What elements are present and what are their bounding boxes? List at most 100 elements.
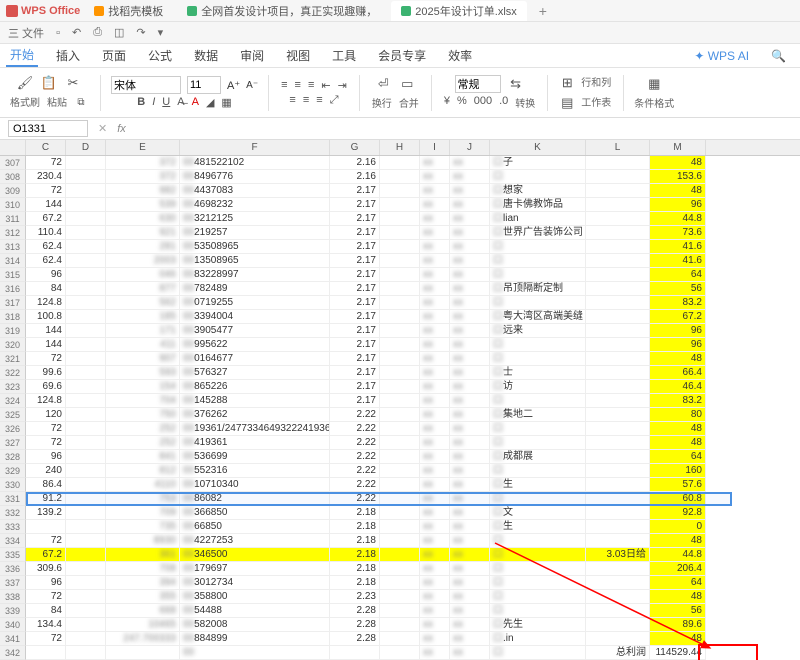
undo-icon[interactable]: ↶ (70, 26, 83, 39)
cell[interactable]: 口 (490, 296, 586, 310)
cell[interactable]: 口生 (490, 478, 586, 492)
cell[interactable]: xx (450, 212, 490, 226)
cell[interactable]: 口 (490, 562, 586, 576)
cell[interactable] (380, 240, 420, 254)
cell[interactable] (380, 520, 420, 534)
cell[interactable] (380, 184, 420, 198)
cell[interactable]: xx (420, 590, 450, 604)
cell[interactable] (586, 198, 650, 212)
row-header[interactable]: 337 (0, 576, 26, 590)
format-painter-icon[interactable]: 🖌 (16, 74, 34, 92)
cell[interactable]: 2.18 (330, 534, 380, 548)
cell[interactable]: xx (450, 520, 490, 534)
cell[interactable] (380, 226, 420, 240)
fx-cancel-icon[interactable]: ✕ (98, 122, 107, 135)
cell[interactable] (380, 604, 420, 618)
cell[interactable]: 907 (106, 352, 180, 366)
rowcol-icon[interactable]: ⊞ (558, 74, 576, 92)
cell[interactable]: xx (450, 380, 490, 394)
cell[interactable]: 2.23 (330, 590, 380, 604)
comma-icon[interactable]: 000 (472, 95, 494, 110)
cell[interactable] (66, 520, 106, 534)
table-row[interactable]: 3347289300042272532.18xxxx口48 (0, 534, 800, 548)
cell[interactable]: xx (420, 198, 450, 212)
cell[interactable] (586, 240, 650, 254)
cell[interactable]: xx (450, 422, 490, 436)
cell[interactable]: 口 (490, 646, 586, 660)
currency-icon[interactable]: ¥ (442, 95, 452, 110)
cell[interactable]: xx (450, 506, 490, 520)
cell[interactable]: 46.4 (650, 380, 706, 394)
row-header[interactable]: 316 (0, 282, 26, 296)
row-header[interactable]: 320 (0, 338, 26, 352)
cell[interactable]: 361 (106, 548, 180, 562)
row-header[interactable]: 308 (0, 170, 26, 184)
save-icon[interactable]: ▫ (54, 27, 62, 39)
cell[interactable]: 口 (490, 240, 586, 254)
cell[interactable] (586, 380, 650, 394)
cell[interactable]: 57.6 (650, 478, 706, 492)
cell[interactable]: 004227253 (180, 534, 330, 548)
cell[interactable]: 2.17 (330, 198, 380, 212)
cell[interactable]: 口 (490, 534, 586, 548)
cut-icon[interactable]: ✂ (64, 74, 82, 92)
row-header[interactable]: 326 (0, 422, 26, 436)
table-row[interactable]: 33567.2361003465002.18xxxx口3.03日给44.8 (0, 548, 800, 562)
cell[interactable]: 2.22 (330, 422, 380, 436)
row-header[interactable]: 338 (0, 590, 26, 604)
cell[interactable]: 841 (106, 450, 180, 464)
cell[interactable] (586, 506, 650, 520)
cell[interactable]: 2.18 (330, 520, 380, 534)
cell[interactable]: xx (420, 352, 450, 366)
cell[interactable] (66, 478, 106, 492)
col-header[interactable]: H (380, 140, 420, 155)
cell[interactable]: 2.28 (330, 604, 380, 618)
cell[interactable] (66, 282, 106, 296)
cell[interactable]: 2.28 (330, 632, 380, 646)
cell[interactable]: 411 (106, 338, 180, 352)
cell[interactable]: 000719255 (180, 296, 330, 310)
cell[interactable] (66, 576, 106, 590)
cell[interactable]: 2.22 (330, 478, 380, 492)
row-header[interactable]: 334 (0, 534, 26, 548)
cell[interactable]: 921 (106, 226, 180, 240)
cell[interactable]: 003012734 (180, 576, 330, 590)
cell[interactable]: 153.6 (650, 170, 706, 184)
cell[interactable]: 2.17 (330, 212, 380, 226)
cell[interactable]: 004698232 (180, 198, 330, 212)
cell[interactable] (586, 534, 650, 548)
table-row[interactable]: 3191441710039054772.17xxxx口远来96 (0, 324, 800, 338)
cell[interactable]: xx (450, 198, 490, 212)
cell[interactable]: xx (450, 450, 490, 464)
cell[interactable] (66, 338, 106, 352)
menu-review[interactable]: 审阅 (236, 45, 268, 66)
align-top-icon[interactable]: ≡ (279, 79, 289, 92)
menu-data[interactable]: 数据 (190, 45, 222, 66)
cell[interactable]: xx (450, 408, 490, 422)
cell[interactable]: 00536699 (180, 450, 330, 464)
cell[interactable]: 00179697 (180, 562, 330, 576)
cell[interactable]: 008496776 (180, 170, 330, 184)
row-header[interactable]: 307 (0, 156, 26, 170)
cell[interactable] (380, 296, 420, 310)
table-row[interactable]: 33872355003588002.23xxxx口48 (0, 590, 800, 604)
table-row[interactable]: 340134.410465005820082.28xxxx口先生89.6 (0, 618, 800, 632)
cell[interactable]: 96 (650, 324, 706, 338)
cell[interactable]: 口 (490, 394, 586, 408)
cell[interactable]: 67.2 (26, 548, 66, 562)
cell[interactable]: 185 (106, 310, 180, 324)
cell[interactable] (66, 184, 106, 198)
more-icon[interactable]: ▾ (156, 26, 166, 39)
cell[interactable]: 99.6 (26, 366, 66, 380)
cell[interactable] (586, 604, 650, 618)
cell[interactable] (66, 226, 106, 240)
align-bottom-icon[interactable]: ≡ (306, 79, 316, 92)
cell[interactable]: 56 (650, 282, 706, 296)
cell[interactable] (66, 506, 106, 520)
cell[interactable]: 口 (490, 268, 586, 282)
wrap-icon[interactable]: ⏎ (374, 75, 392, 93)
cell[interactable]: 2.17 (330, 254, 380, 268)
cell[interactable]: xx (450, 352, 490, 366)
cell[interactable]: 144 (26, 198, 66, 212)
cell[interactable]: xx (420, 184, 450, 198)
